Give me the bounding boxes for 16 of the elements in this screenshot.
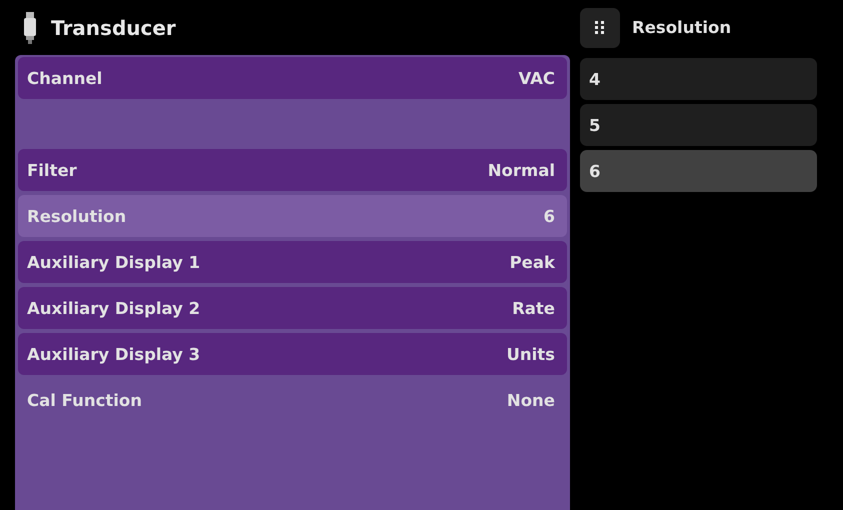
- setting-button[interactable]: Filter Normal: [18, 149, 567, 191]
- option-button[interactable]: 5: [580, 104, 817, 146]
- setting-button[interactable]: Auxiliary Display 3 Units: [18, 333, 567, 375]
- picker-title: Resolution: [632, 18, 732, 37]
- option-button[interactable]: 4: [580, 58, 817, 100]
- setting-label: Cal Function: [27, 390, 142, 410]
- transducer-icon: [23, 12, 37, 44]
- screen-title: Transducer: [51, 16, 176, 40]
- setting-button[interactable]: Resolution 6: [18, 195, 567, 237]
- grid-icon: [594, 20, 606, 34]
- menu-button[interactable]: [580, 8, 620, 48]
- option-button[interactable]: 6: [580, 150, 817, 192]
- setting-button[interactable]: Auxiliary Display 1 Peak: [18, 241, 567, 283]
- setting-button[interactable]: Channel VAC: [18, 57, 567, 99]
- setting-value: None: [506, 390, 555, 410]
- setting-button[interactable]: Auxiliary Display 2 Rate: [18, 287, 567, 329]
